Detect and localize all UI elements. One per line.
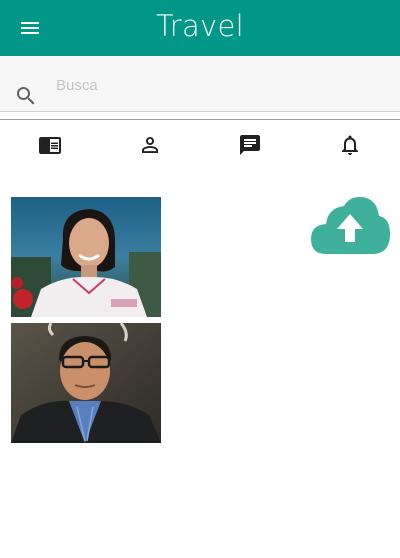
bell-icon xyxy=(342,135,358,155)
tab-bar xyxy=(0,121,400,169)
chat-icon xyxy=(240,135,260,155)
app-bar: Travel xyxy=(0,0,400,56)
woman-portrait-image xyxy=(11,197,161,317)
search-icon xyxy=(17,87,35,105)
photo-woman[interactable] xyxy=(11,197,161,317)
search-input[interactable] xyxy=(54,70,388,100)
tab-reader[interactable] xyxy=(0,121,100,169)
tab-profile[interactable] xyxy=(100,121,200,169)
person-icon xyxy=(142,137,158,153)
app-title: Travel xyxy=(155,9,244,43)
cloud-upload-icon xyxy=(311,196,390,254)
photo-man[interactable] xyxy=(11,323,161,443)
upload-button[interactable] xyxy=(310,196,391,255)
man-portrait-image xyxy=(11,323,161,443)
divider xyxy=(0,119,400,120)
tab-notifications[interactable] xyxy=(300,121,400,169)
chrome-reader-icon xyxy=(39,137,61,154)
search-bar xyxy=(0,56,400,112)
tab-messages[interactable] xyxy=(200,121,300,169)
